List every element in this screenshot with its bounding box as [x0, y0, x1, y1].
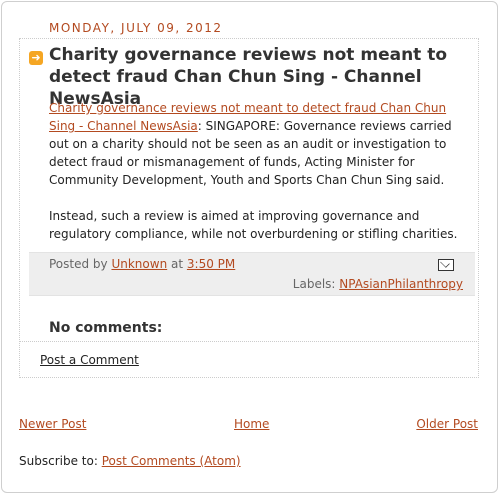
at-label: at [171, 257, 184, 271]
subscribe-atom-link[interactable]: Post Comments (Atom) [102, 454, 241, 468]
post-body: Charity governance reviews not meant to … [49, 99, 473, 261]
comments-divider [19, 341, 479, 342]
post-byline: Posted by Unknown at 3:50 PM [49, 257, 235, 271]
post-comment-link[interactable]: Post a Comment [40, 353, 139, 367]
subscribe-line: Subscribe to: Post Comments (Atom) [19, 454, 241, 468]
post-paragraph-2: Instead, such a review is aimed at impro… [49, 209, 458, 241]
email-post-icon[interactable] [438, 259, 454, 271]
comments-heading: No comments: [49, 320, 163, 336]
home-link[interactable]: Home [234, 417, 269, 431]
post-time-link[interactable]: 3:50 PM [187, 257, 235, 271]
post-footer: Posted by Unknown at 3:50 PM Labels: NPA… [29, 252, 475, 296]
subscribe-prefix: Subscribe to: [19, 454, 98, 468]
newer-post-link[interactable]: Newer Post [19, 417, 86, 431]
post-paragraph-1: Charity governance reviews not meant to … [49, 99, 473, 189]
labels-prefix: Labels: [292, 277, 336, 291]
arrow-right-icon: ➜ [29, 51, 43, 65]
author-link[interactable]: Unknown [111, 257, 167, 271]
post-labels: Labels: NPAsianPhilanthropy [293, 277, 463, 291]
post-bottom-divider [19, 377, 479, 378]
posted-by-label: Posted by [49, 257, 108, 271]
date-header: MONDAY, JULY 09, 2012 [49, 21, 223, 35]
older-post-link[interactable]: Older Post [416, 417, 478, 431]
label-link[interactable]: NPAsianPhilanthropy [339, 277, 463, 291]
